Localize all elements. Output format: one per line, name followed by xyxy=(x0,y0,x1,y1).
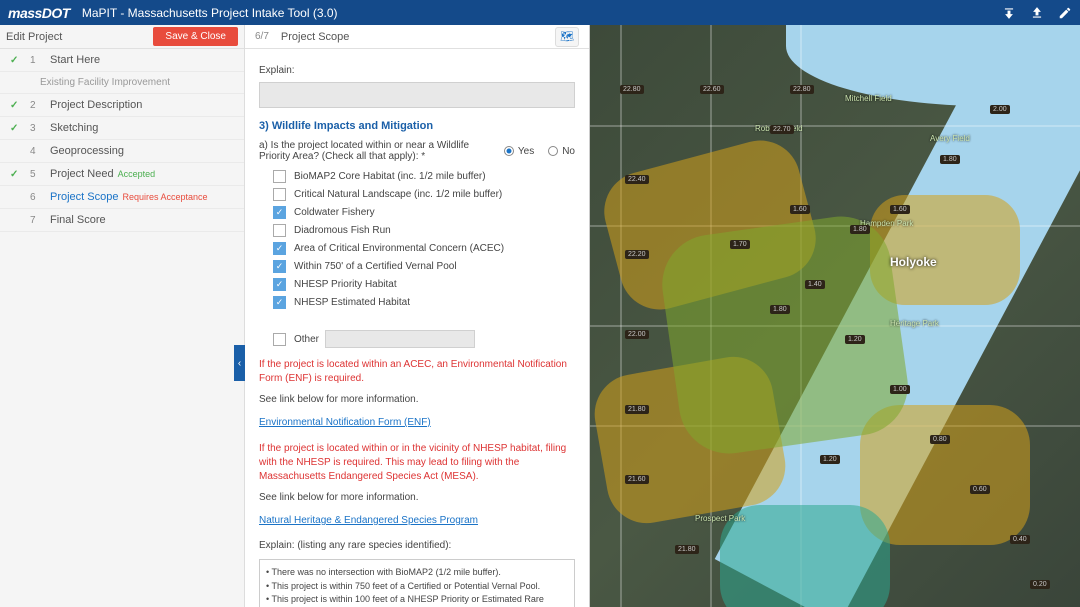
form-title: Project Scope xyxy=(281,31,349,43)
route-tag: 0.60 xyxy=(970,485,990,494)
route-tag: 1.20 xyxy=(820,455,840,464)
checkbox[interactable]: ✓ xyxy=(273,296,286,309)
form-body: Explain: 3) Wildlife Impacts and Mitigat… xyxy=(245,49,589,607)
check-icon: ✓ xyxy=(10,55,24,66)
edit-icon[interactable] xyxy=(1058,6,1072,20)
check-icon: ✓ xyxy=(10,123,24,134)
app-header: massDOT MaPIT - Massachusetts Project In… xyxy=(0,0,1080,25)
nav-item[interactable]: 7Final Score xyxy=(0,209,244,232)
checkbox[interactable]: ✓ xyxy=(273,260,286,273)
park-label: Mitchell Field xyxy=(845,95,892,104)
map-view[interactable]: Holyoke Mitchell FieldAvery FieldRoberts… xyxy=(590,25,1080,607)
question-a: a) Is the project located within or near… xyxy=(259,140,504,162)
acec-warning: If the project is located within an ACEC… xyxy=(259,358,575,386)
check-icon: ✓ xyxy=(10,169,24,180)
nhesp-link[interactable]: Natural Heritage & Endangered Species Pr… xyxy=(259,515,478,526)
route-tag: 1.80 xyxy=(850,225,870,234)
park-label: Avery Field xyxy=(930,135,970,144)
enf-link[interactable]: Environmental Notification Form (ENF) xyxy=(259,417,431,428)
explain2-label: Explain: (listing any rare species ident… xyxy=(259,540,575,551)
route-tag: 22.20 xyxy=(625,250,649,259)
checkbox-row: ✓Coldwater Fishery xyxy=(273,206,575,219)
route-tag: 22.70 xyxy=(770,125,794,134)
note-2: See link below for more information. xyxy=(259,492,575,503)
nav-item[interactable]: ✓5Project NeedAccepted xyxy=(0,163,244,186)
checkbox-row: ✓Area of Critical Environmental Concern … xyxy=(273,242,575,255)
route-tag: 1.60 xyxy=(790,205,810,214)
route-tag: 1.00 xyxy=(890,385,910,394)
upload-icon[interactable] xyxy=(1030,6,1044,20)
route-tag: 22.40 xyxy=(625,175,649,184)
nav-list: ✓1Start HereExisting Facility Improvemen… xyxy=(0,49,244,232)
header-actions xyxy=(1002,6,1072,20)
route-tag: 0.20 xyxy=(1030,580,1050,589)
park-label: Prospect Park xyxy=(695,515,745,524)
nav-item[interactable]: Existing Facility Improvement xyxy=(0,72,244,94)
park-label: Heritage Park xyxy=(890,320,939,329)
route-tag: 21.80 xyxy=(675,545,699,554)
nav-item[interactable]: ✓2Project Description xyxy=(0,94,244,117)
nav-item[interactable]: 6Project ScopeRequires Acceptance xyxy=(0,186,244,209)
route-tag: 1.70 xyxy=(730,240,750,249)
note-1: See link below for more information. xyxy=(259,394,575,405)
checkbox[interactable] xyxy=(273,333,286,346)
route-tag: 1.80 xyxy=(770,305,790,314)
check-icon: ✓ xyxy=(10,100,24,111)
checkbox-row: Critical Natural Landscape (inc. 1/2 mil… xyxy=(273,188,575,201)
checkbox-row: ✓NHESP Estimated Habitat xyxy=(273,296,575,309)
checkbox[interactable]: ✓ xyxy=(273,206,286,219)
nav-item[interactable]: ✓3Sketching xyxy=(0,117,244,140)
section-3-title: 3) Wildlife Impacts and Mitigation xyxy=(259,120,575,132)
qa-radio-group: Yes No xyxy=(504,140,575,162)
route-tag: 22.60 xyxy=(700,85,724,94)
collapse-toggle[interactable]: ‹ xyxy=(234,345,245,381)
route-tag: 0.40 xyxy=(1010,535,1030,544)
nav-item[interactable]: 4Geoprocessing xyxy=(0,140,244,163)
form-panel: ‹ 6/7 Project Scope 🗺 Explain: 3) Wildli… xyxy=(245,25,590,607)
checkbox-row: Diadromous Fish Run xyxy=(273,224,575,237)
edit-project-label: Edit Project xyxy=(6,31,62,43)
checkbox-list: BioMAP2 Core Habitat (inc. 1/2 mile buff… xyxy=(273,170,575,348)
route-tag: 21.60 xyxy=(625,475,649,484)
route-tag: 0.80 xyxy=(930,435,950,444)
route-tag: 1.40 xyxy=(805,280,825,289)
checkbox-row: Other xyxy=(273,330,575,348)
checkbox[interactable] xyxy=(273,188,286,201)
other-input[interactable] xyxy=(325,330,475,348)
route-tag: 22.80 xyxy=(790,85,814,94)
route-tag: 2.00 xyxy=(990,105,1010,114)
route-tag: 22.80 xyxy=(620,85,644,94)
explain-label: Explain: xyxy=(259,65,575,76)
checkbox[interactable] xyxy=(273,224,286,237)
route-tag: 22.00 xyxy=(625,330,649,339)
sidebar: Edit Project Save & Close ✓1Start HereEx… xyxy=(0,25,245,607)
nav-item[interactable]: ✓1Start Here xyxy=(0,49,244,72)
checkbox[interactable]: ✓ xyxy=(273,242,286,255)
route-tag: 1.20 xyxy=(845,335,865,344)
save-close-button[interactable]: Save & Close xyxy=(153,27,238,46)
checkbox-row: BioMAP2 Core Habitat (inc. 1/2 mile buff… xyxy=(273,170,575,183)
logo: massDOT xyxy=(8,5,82,21)
app-title: MaPIT - Massachusetts Project Intake Too… xyxy=(82,6,1002,20)
route-tag: 1.80 xyxy=(940,155,960,164)
step-counter: 6/7 xyxy=(255,31,269,42)
city-label: Holyoke xyxy=(890,255,937,269)
qa-no-radio[interactable] xyxy=(548,146,558,156)
checkbox[interactable] xyxy=(273,170,286,183)
rare-species-box[interactable]: • There was no intersection with BioMAP2… xyxy=(259,559,575,607)
checkbox[interactable]: ✓ xyxy=(273,278,286,291)
download-icon[interactable] xyxy=(1002,6,1016,20)
explain-input[interactable] xyxy=(259,82,575,108)
checkbox-row: ✓Within 750' of a Certified Vernal Pool xyxy=(273,260,575,273)
map-toggle-icon[interactable]: 🗺 xyxy=(555,27,579,47)
qa-yes-radio[interactable] xyxy=(504,146,514,156)
route-tag: 21.80 xyxy=(625,405,649,414)
nhesp-warning: If the project is located within or in t… xyxy=(259,442,575,484)
route-tag: 1.60 xyxy=(890,205,910,214)
checkbox-row: ✓NHESP Priority Habitat xyxy=(273,278,575,291)
